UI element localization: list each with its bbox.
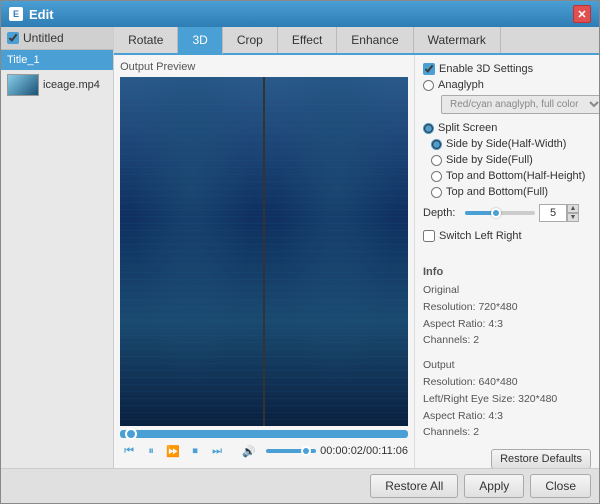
radio-side-full-input[interactable]: [431, 155, 442, 166]
info-output-aspect: Aspect Ratio: 4:3: [423, 408, 591, 425]
preview-area: Output Preview: [114, 55, 414, 468]
radio-side-full-label: Side by Side(Full): [446, 154, 533, 166]
app-icon: E: [9, 7, 23, 21]
depth-up-button[interactable]: ▲: [567, 204, 579, 213]
depth-label: Depth:: [423, 207, 461, 219]
radio-side-half: Side by Side(Half-Width): [423, 138, 591, 150]
radio-top-full-input[interactable]: [431, 187, 442, 198]
tab-crop[interactable]: Crop: [223, 27, 278, 53]
tab-watermark[interactable]: Watermark: [414, 27, 501, 53]
video-left: [120, 77, 265, 426]
split-screen-radio[interactable]: [423, 123, 434, 134]
info-original-resolution: Resolution: 720*480: [423, 299, 591, 316]
anaglyph-dropdown[interactable]: Red/cyan anaglyph, full color: [441, 95, 599, 114]
preview-label: Output Preview: [120, 61, 408, 73]
anaglyph-dropdown-wrapper: Red/cyan anaglyph, full color: [423, 95, 591, 114]
bottom-bar: Restore All Apply Close: [1, 468, 599, 503]
radio-side-half-input[interactable]: [431, 139, 442, 150]
video-right: [265, 77, 408, 426]
tab-rotate[interactable]: Rotate: [114, 27, 178, 53]
depth-row: Depth: 5 ▲ ▼: [423, 204, 591, 222]
sidebar-header: Untitled: [1, 27, 113, 50]
radio-top-half: Top and Bottom(Half-Height): [423, 170, 591, 182]
switch-lr-label: Switch Left Right: [439, 230, 522, 242]
sidebar-header-label: Untitled: [23, 31, 64, 45]
info-original-label: Original: [423, 282, 591, 299]
tab-enhance[interactable]: Enhance: [337, 27, 413, 53]
info-original-channels: Channels: 2: [423, 332, 591, 349]
title-bar-left: E Edit: [9, 7, 54, 22]
main-content: Untitled Title_1 iceage.mp4 Rotate 3D Cr…: [1, 27, 599, 468]
body-split: Output Preview: [114, 55, 599, 468]
volume-slider[interactable]: [266, 449, 316, 453]
volume-button[interactable]: 🔊: [240, 442, 258, 460]
sidebar-item-title1[interactable]: Title_1: [1, 50, 113, 70]
split-screen-label: Split Screen: [438, 122, 497, 134]
radio-top-full: Top and Bottom(Full): [423, 186, 591, 198]
skip-end-button[interactable]: ⏭: [208, 442, 226, 460]
restore-defaults-button[interactable]: Restore Defaults: [491, 449, 591, 468]
switch-lr-checkbox[interactable]: [423, 230, 435, 242]
skip-back-button[interactable]: ⏮: [120, 442, 138, 460]
split-screen-row: Split Screen: [423, 122, 591, 134]
controls-bar: ⏮ ⏸ ⏩ ⏹ ⏭ 🔊 00:00:02/00:11:06: [120, 440, 408, 462]
radio-side-half-label: Side by Side(Half-Width): [446, 138, 566, 150]
radio-top-half-input[interactable]: [431, 171, 442, 182]
info-title: Info: [423, 266, 591, 278]
edit-window: E Edit ✕ Untitled Title_1 iceage.mp4 Rot…: [0, 0, 600, 504]
scrubber-handle[interactable]: [125, 428, 137, 440]
volume-handle[interactable]: [301, 446, 311, 456]
depth-handle[interactable]: [491, 208, 501, 218]
untitled-checkbox[interactable]: [7, 32, 19, 44]
radio-side-full: Side by Side(Full): [423, 154, 591, 166]
file-thumbnail: [7, 74, 39, 96]
apply-button[interactable]: Apply: [464, 474, 524, 498]
anaglyph-radio[interactable]: [423, 80, 434, 91]
wave-lines-right: [265, 77, 408, 426]
close-window-button[interactable]: ✕: [573, 5, 591, 23]
fast-forward-button[interactable]: ⏩: [164, 442, 182, 460]
info-output-lr-size: Left/Right Eye Size: 320*480: [423, 391, 591, 408]
switch-lr-row: Switch Left Right: [423, 230, 591, 242]
depth-spinner-buttons: ▲ ▼: [567, 204, 579, 222]
restore-all-button[interactable]: Restore All: [370, 474, 458, 498]
depth-slider[interactable]: [465, 211, 535, 215]
scrubber-bar[interactable]: [120, 430, 408, 438]
enable-3d-checkbox[interactable]: [423, 63, 435, 75]
info-output-resolution: Resolution: 640*480: [423, 374, 591, 391]
tab-3d[interactable]: 3D: [178, 27, 222, 55]
enable-3d-label: Enable 3D Settings: [439, 63, 533, 75]
tab-bar: Rotate 3D Crop Effect Enhance Watermark: [114, 27, 599, 55]
wave-lines-left: [120, 77, 263, 426]
play-pause-button[interactable]: ⏸: [142, 442, 160, 460]
sidebar-filename: iceage.mp4: [43, 79, 100, 91]
video-preview: [120, 77, 408, 426]
stop-button[interactable]: ⏹: [186, 442, 204, 460]
info-original-aspect: Aspect Ratio: 4:3: [423, 316, 591, 333]
radio-top-full-label: Top and Bottom(Full): [446, 186, 548, 198]
anaglyph-label: Anaglyph: [438, 79, 484, 91]
anaglyph-row: Anaglyph: [423, 79, 591, 91]
sidebar-item-file[interactable]: iceage.mp4: [1, 70, 113, 100]
enable-3d-row: Enable 3D Settings: [423, 63, 591, 75]
close-button[interactable]: Close: [530, 474, 591, 498]
info-section: Info Original Resolution: 720*480 Aspect…: [423, 266, 591, 441]
settings-panel: Enable 3D Settings Anaglyph Red/cyan ana…: [414, 55, 599, 468]
radio-top-half-label: Top and Bottom(Half-Height): [446, 170, 585, 182]
right-area: Rotate 3D Crop Effect Enhance Watermark …: [114, 27, 599, 468]
depth-spinner: 5 ▲ ▼: [539, 204, 579, 222]
depth-value: 5: [539, 204, 567, 222]
window-title: Edit: [29, 7, 54, 22]
tab-effect[interactable]: Effect: [278, 27, 337, 53]
info-output-channels: Channels: 2: [423, 424, 591, 441]
title-bar: E Edit ✕: [1, 1, 599, 27]
depth-down-button[interactable]: ▼: [567, 213, 579, 222]
time-display: 00:00:02/00:11:06: [320, 445, 408, 457]
sidebar: Untitled Title_1 iceage.mp4: [1, 27, 114, 468]
info-output-label: Output: [423, 357, 591, 374]
